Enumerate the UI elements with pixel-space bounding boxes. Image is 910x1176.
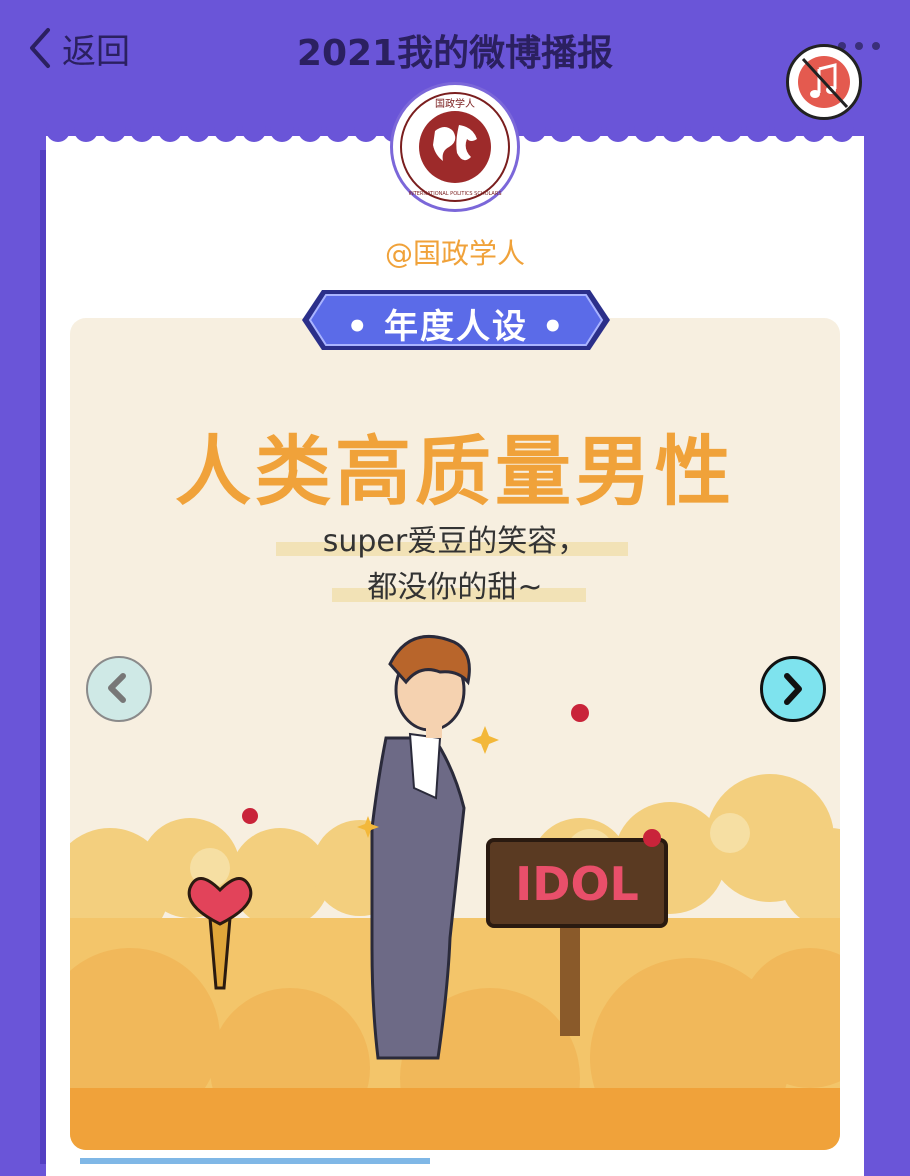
- avatar-text: 国政学人: [435, 97, 475, 110]
- content-panel: 人类高质量男性 super爱豆的笑容， 都没你的甜~ IDOL: [70, 318, 840, 1150]
- illustration: IDOL: [70, 634, 840, 1150]
- avatar-ring-text: INTERNATIONAL POLITICS SCHOLARS: [409, 191, 502, 197]
- chevron-right-icon: [784, 673, 802, 705]
- prev-slide-button[interactable]: [86, 656, 152, 722]
- username[interactable]: @国政学人: [0, 232, 910, 272]
- chevron-left-icon: [108, 673, 126, 703]
- avatar[interactable]: 国政学人 INTERNATIONAL POLITICS SCHOLARS: [390, 82, 520, 212]
- sign-text: IDOL: [515, 857, 639, 911]
- badge-label: • 年度人设 •: [346, 307, 566, 347]
- subtitle-line2: 都没你的甜~: [367, 570, 543, 605]
- annual-persona-badge: • 年度人设 •: [300, 287, 612, 353]
- music-muted-icon: [801, 57, 849, 109]
- page-title: 2021我的微博播报: [296, 33, 614, 74]
- globe-logo-icon: 国政学人 INTERNATIONAL POLITICS SCHOLARS: [400, 92, 510, 202]
- next-section-peek: [80, 1158, 430, 1164]
- subtitle-line1: super爱豆的笑容，: [322, 524, 588, 559]
- music-toggle-button[interactable]: [786, 44, 862, 120]
- headline: 人类高质量男性: [175, 427, 735, 516]
- next-slide-button[interactable]: [760, 656, 826, 722]
